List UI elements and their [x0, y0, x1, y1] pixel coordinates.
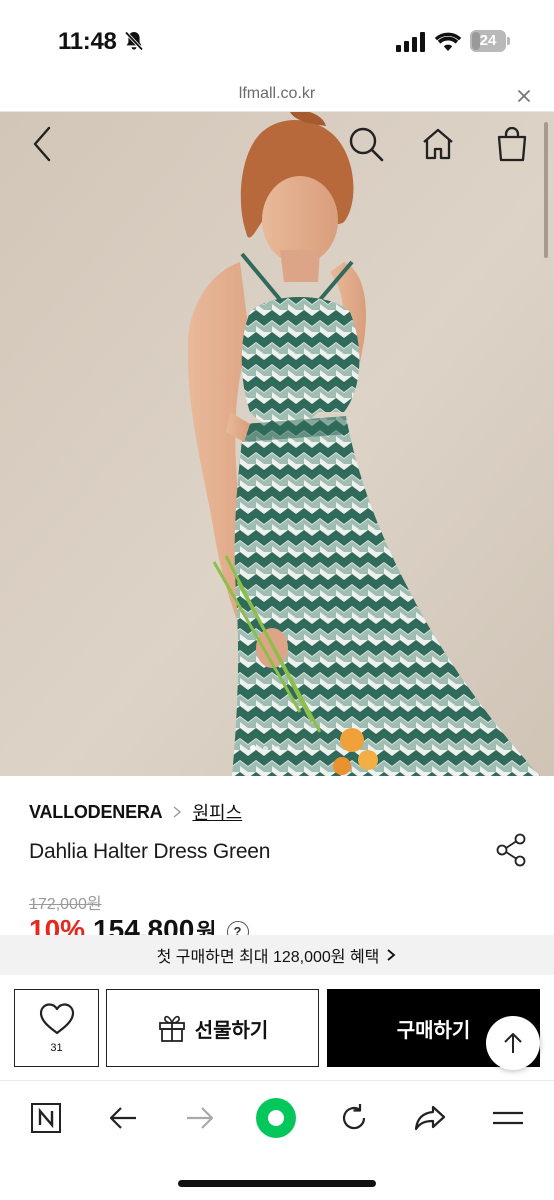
brand-name[interactable]: VALLODENERA: [29, 802, 163, 823]
gift-button[interactable]: 선물하기: [106, 989, 319, 1067]
carousel-dot[interactable]: [275, 745, 280, 751]
status-bar: 11:48 24: [0, 0, 554, 80]
like-button[interactable]: 31: [14, 989, 99, 1067]
product-info: VALLODENERA 원피스 Dahlia Halter Dress Gree…: [0, 776, 554, 936]
gift-label: 선물하기: [194, 1019, 269, 1042]
price-row: 10% 154,800 원 ?: [29, 914, 249, 936]
naver-home-button[interactable]: [24, 1096, 68, 1140]
product-photo: [0, 112, 554, 776]
search-icon[interactable]: [344, 122, 388, 166]
arrow-up-icon: [504, 1033, 522, 1053]
product-image-carousel[interactable]: [0, 112, 554, 776]
purchase-action-bar: 31 선물하기 구매하기: [0, 975, 554, 1081]
buy-label: 구매하기: [396, 1019, 471, 1042]
refresh-button[interactable]: [332, 1096, 376, 1140]
green-dot-icon: [256, 1098, 296, 1138]
browser-forward-button[interactable]: [178, 1096, 222, 1140]
brand-row: VALLODENERA 원피스: [29, 800, 242, 824]
share-arrow-icon: [414, 1105, 446, 1131]
forward-arrow-icon: [187, 1107, 214, 1129]
signal-icon: [396, 32, 425, 52]
price-help-icon[interactable]: ?: [226, 921, 249, 936]
home-indicator[interactable]: [178, 1180, 376, 1187]
menu-button[interactable]: [486, 1096, 530, 1140]
chevron-right-icon: [174, 806, 182, 818]
product-name: Dahlia Halter Dress Green: [29, 840, 271, 863]
back-icon[interactable]: [20, 122, 64, 166]
naver-icon: [31, 1103, 61, 1133]
share-icon[interactable]: [494, 832, 528, 868]
category-link[interactable]: 원피스: [192, 799, 242, 825]
bag-icon[interactable]: [490, 122, 534, 166]
battery-indicator: 24: [470, 30, 510, 52]
page-scrollbar[interactable]: [544, 122, 548, 258]
gift-icon: [158, 1015, 185, 1042]
original-price: 172,000원: [29, 896, 102, 913]
back-arrow-icon: [109, 1107, 136, 1129]
menu-icon: [493, 1111, 523, 1125]
status-time: 11:48: [58, 28, 117, 55]
carousel-dot[interactable]: [263, 745, 268, 751]
green-dot-button[interactable]: [254, 1096, 298, 1140]
heart-icon: [39, 1003, 74, 1035]
home-icon[interactable]: [416, 122, 460, 166]
bell-slash-icon: [124, 31, 144, 51]
first-purchase-promo-banner[interactable]: 첫 구매하면 최대 128,000원 혜택: [0, 935, 554, 975]
scroll-to-top-button[interactable]: [486, 1016, 540, 1070]
chevron-right-icon: [387, 949, 396, 961]
url-bar[interactable]: lfmall.co.kr: [0, 80, 554, 112]
share-button[interactable]: [408, 1096, 452, 1140]
refresh-icon: [342, 1104, 366, 1130]
browser-back-button[interactable]: [101, 1096, 145, 1140]
close-icon[interactable]: [514, 86, 534, 106]
price-unit: 원: [196, 919, 217, 936]
wifi-icon: [434, 32, 462, 51]
carousel-dot[interactable]: [250, 745, 256, 751]
sale-price: 154,800: [93, 914, 195, 936]
discount-rate: 10%: [29, 914, 86, 936]
battery-level: 24: [479, 32, 497, 49]
carousel-dots[interactable]: [250, 744, 292, 752]
carousel-dot[interactable]: [287, 745, 292, 751]
promo-text: 첫 구매하면 최대 128,000원 혜택: [156, 949, 380, 966]
url-domain: lfmall.co.kr: [238, 85, 316, 102]
like-count: 31: [50, 1042, 63, 1054]
